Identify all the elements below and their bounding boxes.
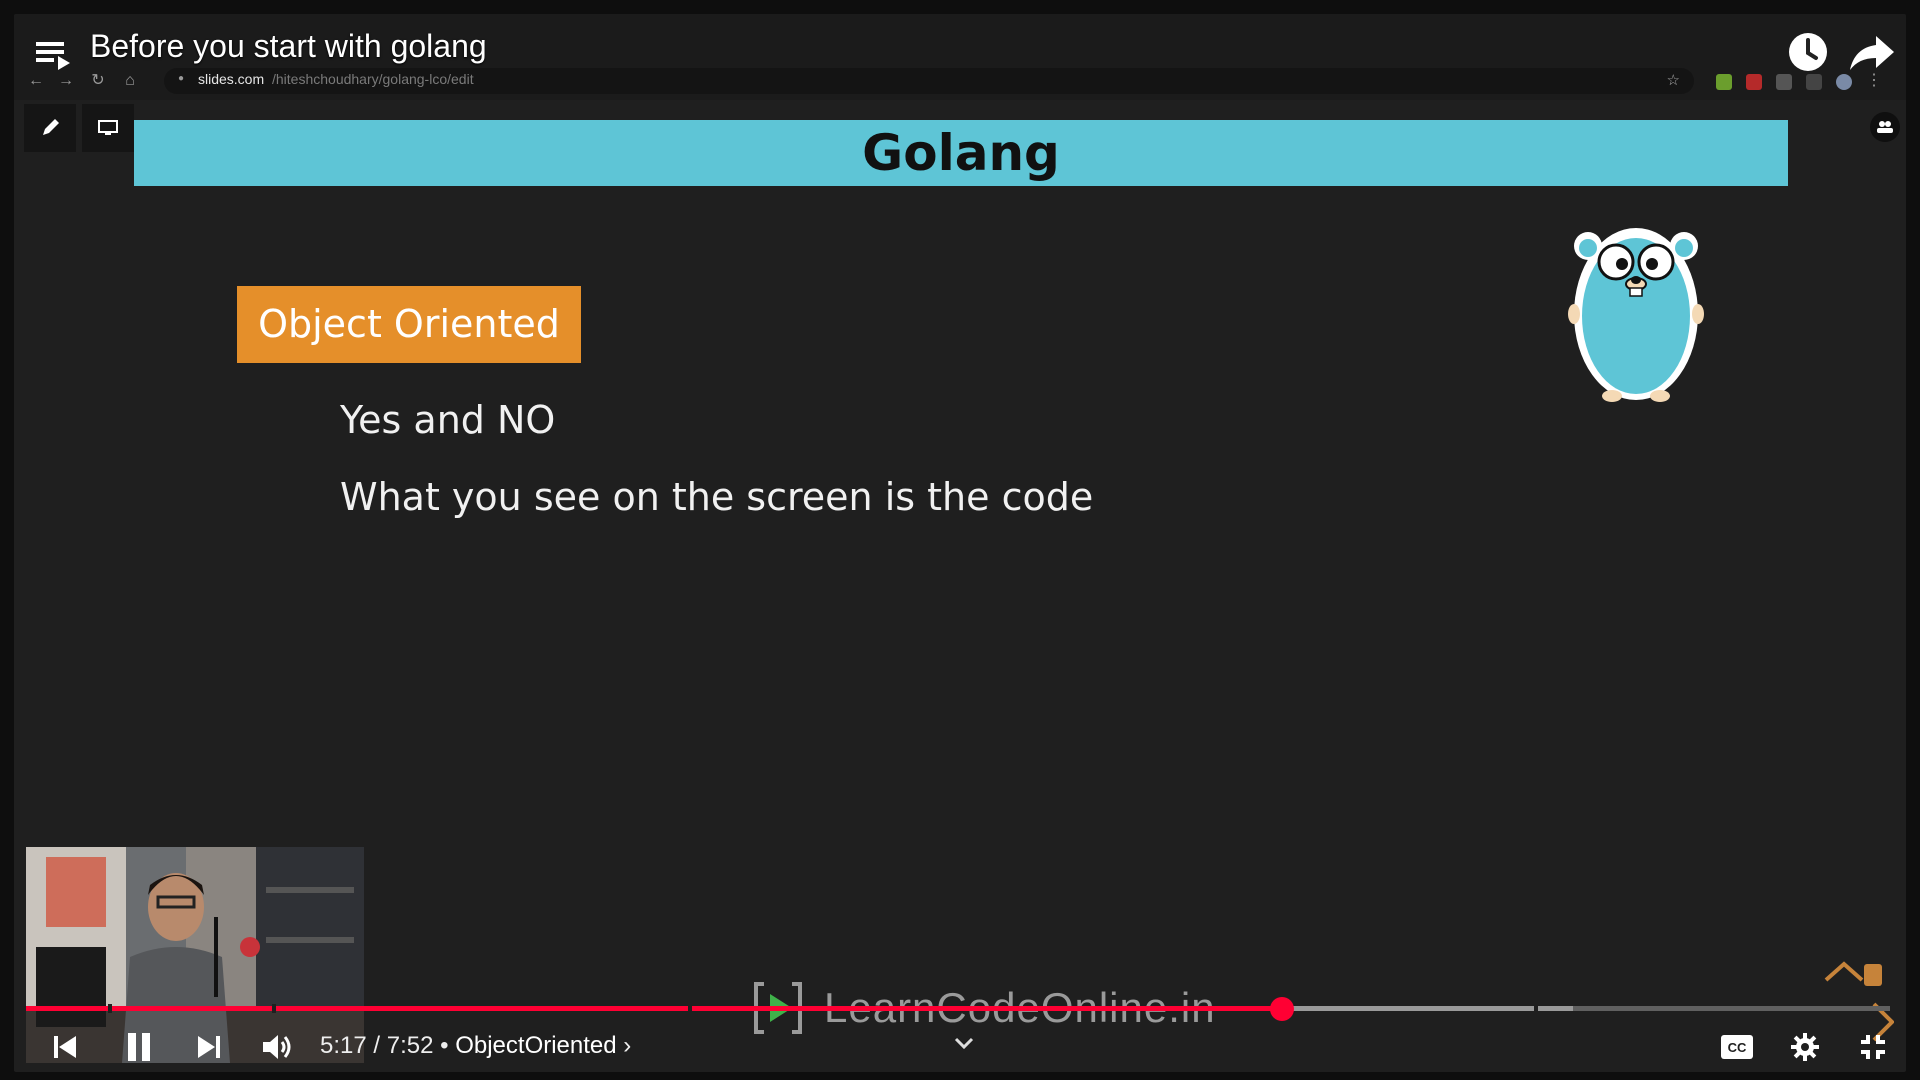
share-icon[interactable] bbox=[1848, 30, 1896, 74]
present-button[interactable] bbox=[82, 104, 134, 152]
chapter-marker bbox=[272, 1004, 276, 1013]
chapter-marker bbox=[688, 1004, 692, 1013]
slide-bullet: What you see on the screen is the code bbox=[340, 475, 1094, 519]
seek-handle[interactable] bbox=[1270, 997, 1295, 1021]
extension-icon bbox=[1746, 74, 1762, 90]
collaborators-button[interactable] bbox=[1870, 112, 1900, 142]
next-button[interactable] bbox=[186, 1024, 232, 1070]
slide-title: Golang bbox=[862, 124, 1060, 182]
video-surface[interactable]: ← → ↻ ⌂ ● slides.com /hiteshchoudhary/go… bbox=[14, 14, 1906, 1072]
player-controls: 5:17 / 7:52 • ObjectOriented › CC bbox=[14, 1024, 1906, 1070]
profile-avatar-icon bbox=[1836, 74, 1852, 90]
chapter-separator: • bbox=[440, 1032, 456, 1059]
svg-text:CC: CC bbox=[1728, 1040, 1747, 1055]
skip-next-icon bbox=[198, 1036, 220, 1058]
seek-bar-played bbox=[26, 1006, 1283, 1011]
time-total: 7:52 bbox=[386, 1032, 434, 1059]
slide-title-banner: Golang bbox=[134, 120, 1788, 186]
chapter-chevron-icon[interactable]: › bbox=[623, 1032, 631, 1059]
url-domain: slides.com bbox=[198, 71, 265, 87]
topic-tag-label: Object Oriented bbox=[258, 302, 560, 346]
time-current: 5:17 bbox=[320, 1032, 367, 1059]
captions-button[interactable]: CC bbox=[1714, 1024, 1760, 1070]
volume-button[interactable] bbox=[254, 1024, 300, 1070]
monitor-icon bbox=[98, 120, 118, 135]
people-icon bbox=[1877, 121, 1893, 133]
forward-icon: → bbox=[58, 72, 74, 89]
pen-icon bbox=[43, 119, 59, 135]
pause-button[interactable] bbox=[116, 1024, 162, 1070]
chapter-marker bbox=[108, 1004, 112, 1013]
seek-bar[interactable] bbox=[26, 997, 1890, 1021]
shield-extension-icon bbox=[1776, 74, 1792, 90]
exit-fullscreen-icon bbox=[1861, 1035, 1885, 1059]
bookmark-star-icon: ☆ bbox=[1666, 72, 1680, 89]
gopher-mascot-icon bbox=[1568, 228, 1704, 402]
video-title[interactable]: Before you start with golang bbox=[90, 28, 487, 65]
extension-icon bbox=[1716, 74, 1732, 90]
previous-button[interactable] bbox=[42, 1024, 88, 1070]
url-path: /hiteshchoudhary/golang-lco/edit bbox=[272, 71, 474, 87]
gear-icon bbox=[1791, 1033, 1819, 1061]
browser-menu-icon: ⋮ bbox=[1866, 72, 1882, 89]
chapter-marker bbox=[1534, 1004, 1538, 1013]
home-icon: ⌂ bbox=[125, 72, 135, 89]
pause-icon bbox=[128, 1033, 150, 1061]
skip-previous-icon bbox=[54, 1036, 76, 1058]
time-separator: / bbox=[373, 1032, 387, 1059]
address-bar: ● slides.com /hiteshchoudhary/golang-lco… bbox=[164, 68, 1694, 94]
topic-tag: Object Oriented bbox=[237, 286, 581, 363]
closed-captions-icon: CC bbox=[1721, 1035, 1753, 1059]
player-frame: ← → ↻ ⌂ ● slides.com /hiteshchoudhary/go… bbox=[0, 0, 1920, 1080]
reload-icon: ↻ bbox=[91, 72, 105, 89]
lock-icon: ● bbox=[178, 73, 185, 84]
watch-later-icon[interactable] bbox=[1784, 28, 1832, 76]
time-display: 5:17 / 7:52 • ObjectOriented › bbox=[320, 1032, 631, 1060]
slide-bullet: Yes and NO bbox=[340, 398, 556, 442]
exit-fullscreen-button[interactable] bbox=[1850, 1024, 1896, 1070]
chapter-title-button[interactable]: ObjectOriented bbox=[455, 1032, 616, 1059]
puzzle-icon bbox=[1806, 74, 1822, 90]
playlist-icon[interactable] bbox=[34, 34, 74, 74]
back-icon: ← bbox=[28, 72, 44, 89]
settings-button[interactable] bbox=[1782, 1024, 1828, 1070]
volume-icon bbox=[263, 1035, 291, 1059]
pen-tool-button[interactable] bbox=[24, 104, 76, 152]
